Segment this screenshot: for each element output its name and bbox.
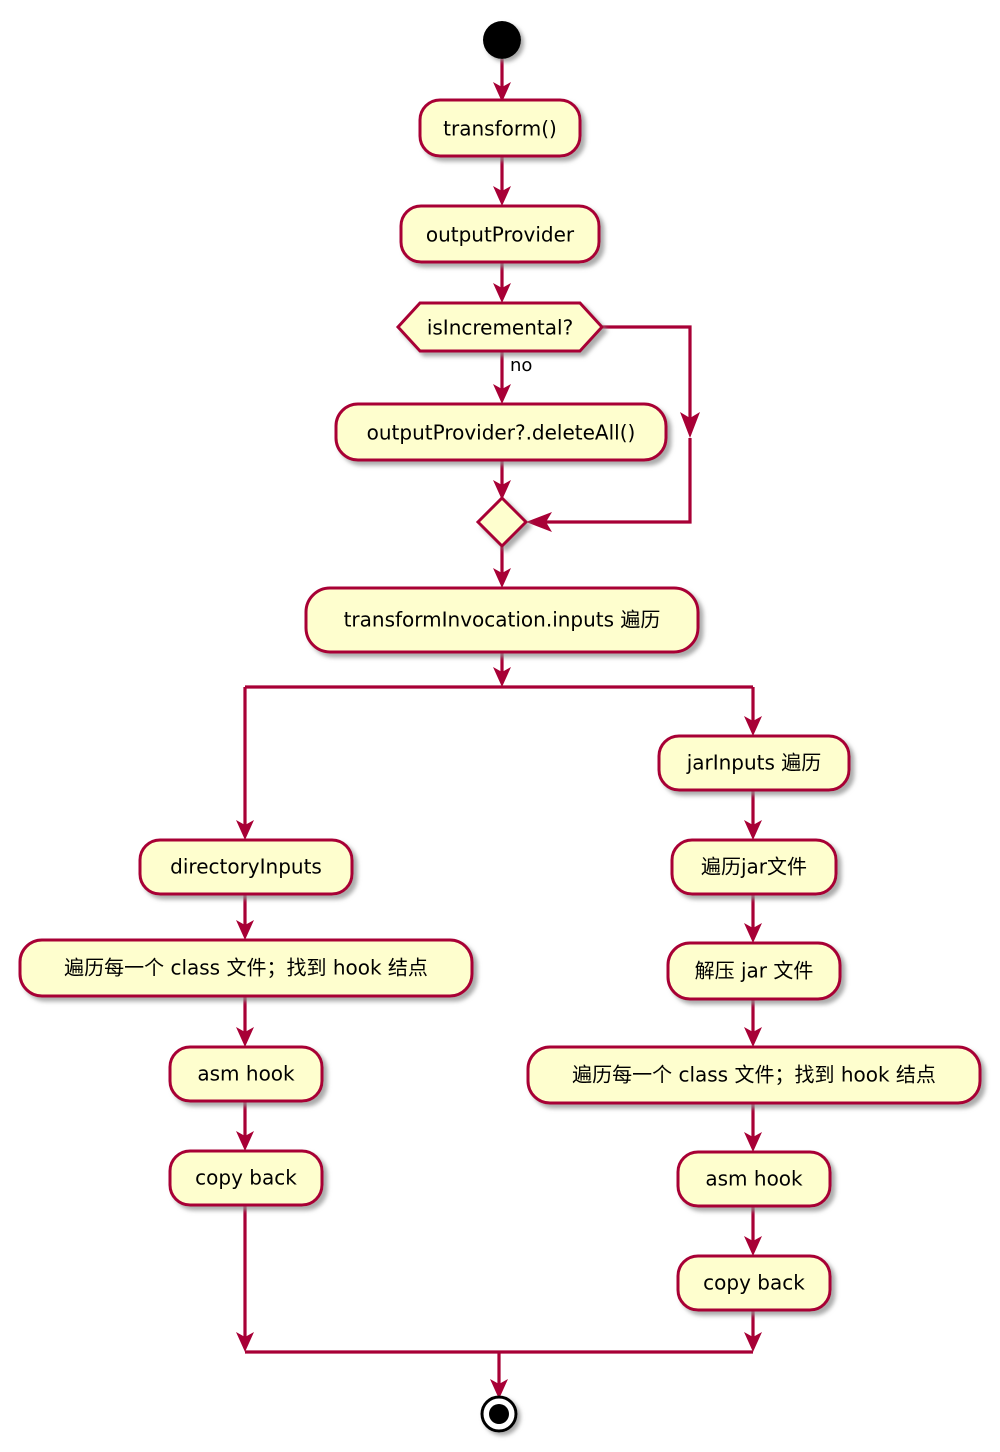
node-delete-all-label: outputProvider?.deleteAll() <box>367 421 636 445</box>
activity-diagram-canvas: transform() outputProvider isIncremental… <box>0 0 1000 1452</box>
edge-walk-jar-to-unzip-jar <box>744 894 762 943</box>
node-output-provider[interactable]: outputProvider <box>399 204 601 264</box>
node-inputs-loop-label: transformInvocation.inputs 遍历 <box>344 608 661 632</box>
node-output-provider-label: outputProvider <box>426 223 575 247</box>
start-node <box>483 21 521 59</box>
node-transform-label: transform() <box>443 117 557 141</box>
activity-diagram: transform() outputProvider isIncremental… <box>18 21 982 1433</box>
node-merge-diamond <box>475 495 529 549</box>
node-walk-class-right-label: 遍历每一个 class 文件；找到 hook 结点 <box>572 1063 936 1087</box>
node-inputs-loop[interactable]: transformInvocation.inputs 遍历 <box>304 586 700 654</box>
node-asm-hook-right[interactable]: asm hook <box>676 1150 832 1208</box>
edge-merge-to-inputs-loop <box>493 546 511 588</box>
node-directory-inputs-label: directoryInputs <box>170 855 322 879</box>
node-asm-hook-left[interactable]: asm hook <box>168 1045 324 1103</box>
edge-asm-hook-right-to-copy-back-right <box>744 1206 762 1256</box>
edge-copy-back-right-to-join <box>744 1310 762 1352</box>
node-directory-inputs[interactable]: directoryInputs <box>138 838 354 896</box>
edge-copy-back-left-to-join <box>236 1205 254 1352</box>
node-delete-all[interactable]: outputProvider?.deleteAll() <box>334 402 668 462</box>
edge-asm-hook-left-to-copy-back-left <box>236 1101 254 1151</box>
edge-inputs-loop-to-fork <box>493 652 511 687</box>
end-node <box>480 1395 518 1433</box>
edge-walk-class-right-to-asm-hook-right <box>744 1103 762 1152</box>
node-is-incremental-label: isIncremental? <box>427 316 573 340</box>
edge-label-no: no <box>510 355 532 376</box>
edge-walk-class-left-to-asm-hook-left <box>236 996 254 1047</box>
edge-delete-all-to-merge <box>493 460 511 500</box>
node-transform[interactable]: transform() <box>418 98 582 158</box>
edge-fork-left-to-directory-inputs <box>236 687 254 840</box>
node-copy-back-right[interactable]: copy back <box>676 1254 832 1312</box>
edge-unzip-jar-to-walk-class-right <box>744 999 762 1047</box>
node-walk-class-left-label: 遍历每一个 class 文件；找到 hook 结点 <box>64 956 428 980</box>
edge-transform-to-output-provider <box>493 156 511 206</box>
node-unzip-jar-label: 解压 jar 文件 <box>695 959 814 983</box>
edge-fork-right-to-jar-inputs <box>744 687 762 736</box>
edge-join-to-end <box>490 1352 508 1399</box>
node-asm-hook-right-label: asm hook <box>705 1167 803 1191</box>
edge-output-provider-to-is-incremental <box>493 262 511 303</box>
node-copy-back-left[interactable]: copy back <box>168 1149 324 1207</box>
node-jar-inputs-label: jarInputs 遍历 <box>686 751 822 775</box>
node-copy-back-left-label: copy back <box>195 1166 297 1190</box>
edge-is-incremental-no-to-delete-all <box>493 351 511 404</box>
node-walk-class-left[interactable]: 遍历每一个 class 文件；找到 hook 结点 <box>18 938 474 998</box>
node-walk-jar-label: 遍历jar文件 <box>701 855 807 879</box>
edge-directory-inputs-to-walk-class-left <box>236 894 254 940</box>
node-is-incremental-decision[interactable]: isIncremental? <box>395 301 605 353</box>
node-asm-hook-left-label: asm hook <box>197 1062 295 1086</box>
node-unzip-jar[interactable]: 解压 jar 文件 <box>666 941 842 1001</box>
node-jar-inputs[interactable]: jarInputs 遍历 <box>657 734 851 792</box>
node-walk-jar[interactable]: 遍历jar文件 <box>670 838 838 896</box>
edge-jar-inputs-to-walk-jar <box>744 790 762 840</box>
node-copy-back-right-label: copy back <box>703 1271 805 1295</box>
edge-start-to-transform <box>493 59 511 102</box>
node-walk-class-right[interactable]: 遍历每一个 class 文件；找到 hook 结点 <box>526 1045 982 1105</box>
